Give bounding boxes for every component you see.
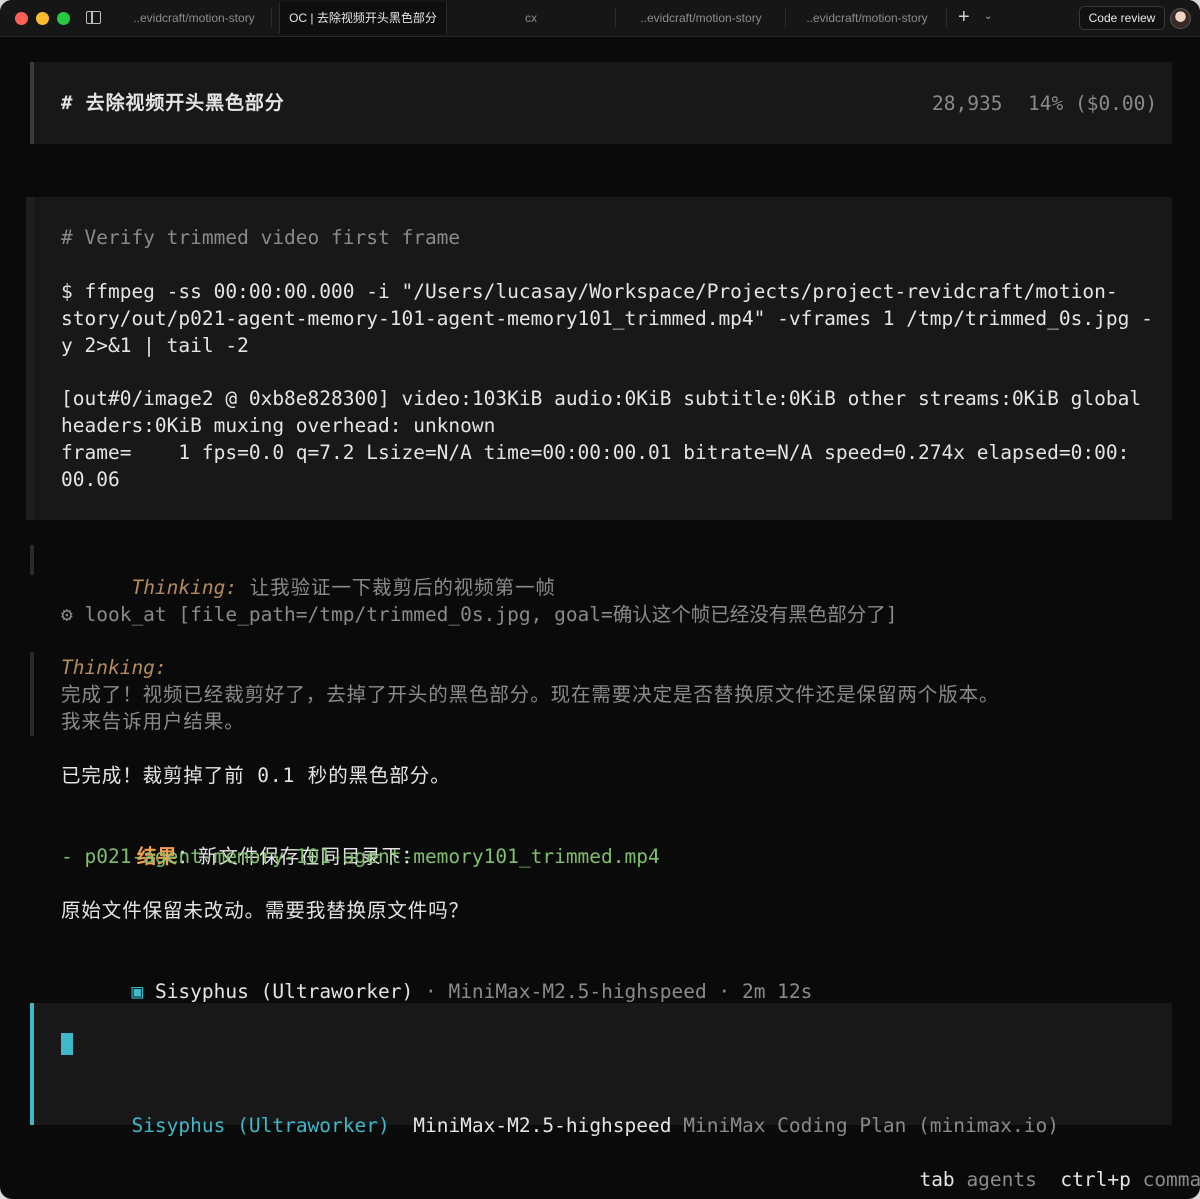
sidebar-toggle-icon[interactable]: [86, 11, 101, 24]
thinking-text: 我来告诉用户结果。: [61, 710, 245, 733]
command-line: y 2>&1 | tail -2: [61, 334, 249, 357]
thinking-text: 完成了！视频已经裁剪好了，去掉了开头的黑色部分。现在需要决定是否替换原文件还是保…: [61, 683, 1000, 706]
tool-output-bar: [26, 197, 34, 520]
maximize-window-button[interactable]: [57, 12, 70, 25]
thinking-text: 让我验证一下裁剪后的视频第一帧: [237, 576, 556, 599]
title-bar: ..evidcraft/motion-story OC | 去除视频开头黑色部分…: [0, 0, 1200, 37]
prompt-provider: MiniMax Coding Plan (minimax.io): [683, 1114, 1059, 1137]
session-title: # 去除视频开头黑色部分: [61, 92, 285, 114]
prompt-accent-bar: [30, 1003, 34, 1125]
tab-cx[interactable]: cx: [452, 2, 610, 34]
output-line: [out#0/image2 @ 0xb8e828300] video:103Ki…: [61, 387, 1142, 410]
close-window-button[interactable]: [15, 12, 28, 25]
prompt-agent[interactable]: Sisyphus (Ultraworker): [131, 1114, 389, 1137]
tab-divider: [946, 8, 947, 28]
tab-menu-chevron-icon[interactable]: ⌄: [984, 8, 992, 26]
footer-label-commands: commands: [1142, 1168, 1200, 1191]
output-line: 00.06: [61, 468, 120, 491]
thinking-bar: [30, 545, 34, 575]
thinking-bar: [30, 652, 34, 736]
minimize-window-button[interactable]: [36, 12, 49, 25]
usage-cost: 14% ($0.00): [1028, 92, 1158, 115]
text-cursor: [61, 1033, 73, 1055]
tool-call: ⚙ look_at [file_path=/tmp/trimmed_0s.jpg…: [61, 603, 898, 626]
footer-key-tab: tab: [919, 1168, 955, 1191]
agent-square-icon: ▣: [131, 980, 144, 1003]
agent-model-time: · MiniMax-M2.5-highspeed · 2m 12s: [413, 980, 813, 1003]
thinking-label: Thinking:: [131, 576, 238, 599]
prompt-model[interactable]: MiniMax-M2.5-highspeed: [413, 1114, 671, 1137]
code-review-button[interactable]: Code review: [1079, 6, 1165, 30]
tab-divider: [785, 8, 786, 28]
tab-divider: [615, 8, 616, 28]
output-line: headers:0KiB muxing overhead: unknown: [61, 414, 496, 437]
session-header-bar: [30, 62, 34, 144]
terminal-window: ..evidcraft/motion-story OC | 去除视频开头黑色部分…: [0, 0, 1200, 1199]
tab-motion-story-3[interactable]: ..evidcraft/motion-story: [792, 2, 942, 34]
thinking-label: Thinking:: [61, 656, 167, 679]
avatar[interactable]: [1170, 8, 1191, 29]
footer-label-agents: agents: [966, 1168, 1037, 1191]
response-question: 原始文件保留未改动。需要我替换原文件吗？: [61, 899, 470, 922]
file-item[interactable]: - p021-agent-memory-101-agent-memory101_…: [61, 843, 660, 870]
tab-motion-story-2[interactable]: ..evidcraft/motion-story: [622, 2, 780, 34]
agent-name: Sisyphus (Ultraworker): [154, 980, 414, 1003]
command-line: story/out/p021-agent-memory-101-agent-me…: [61, 307, 1153, 330]
terminal-content: # 去除视频开头黑色部分 28,935 14% ($0.00) # Verify…: [0, 37, 1200, 1199]
command-line: $ ffmpeg -ss 00:00:00.000 -i "/Users/luc…: [61, 280, 1118, 303]
tool-comment: # Verify trimmed video first frame: [61, 226, 461, 249]
footer-key-ctrlp: ctrl+p: [1060, 1168, 1131, 1191]
token-count: 28,935: [932, 92, 1003, 115]
new-tab-button[interactable]: +: [958, 4, 970, 30]
response-line: 已完成！裁剪掉了前 0.1 秒的黑色部分。: [61, 764, 451, 787]
output-line: frame= 1 fps=0.0 q=7.2 Lsize=N/A time=00…: [61, 441, 1130, 464]
tab-motion-story-1[interactable]: ..evidcraft/motion-story: [120, 2, 268, 34]
footer-hints: tab agents ctrl+p commands: [849, 1139, 1200, 1199]
tab-active-session[interactable]: OC | 去除视频开头黑色部分: [279, 2, 447, 34]
tab-divider: [271, 8, 272, 28]
